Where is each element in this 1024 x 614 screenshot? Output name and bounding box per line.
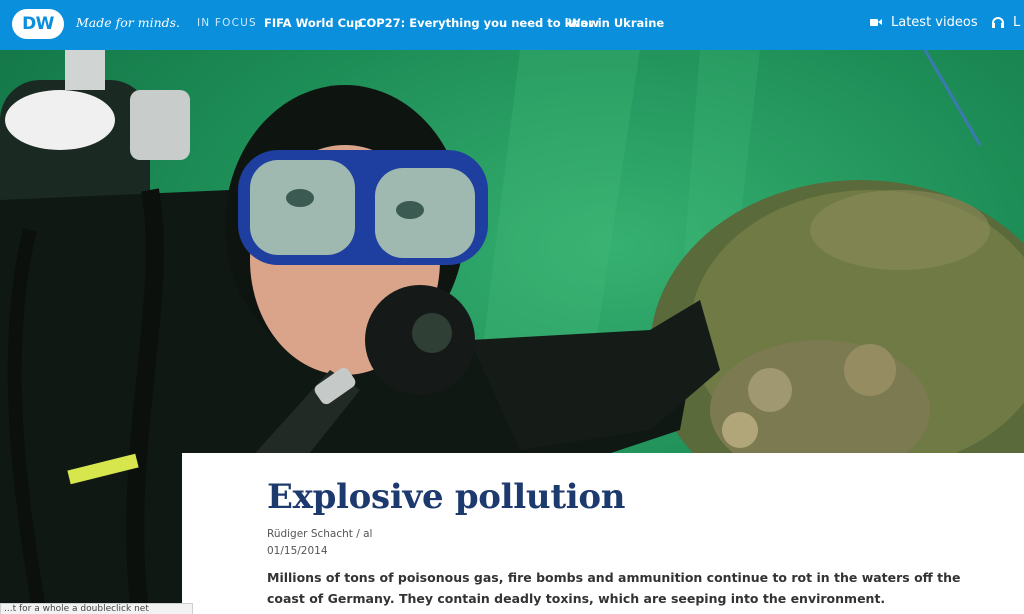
nav-link-war-in-ukraine[interactable]: War in Ukraine [568, 16, 664, 30]
live-link[interactable]: L [992, 15, 1020, 30]
status-tooltip: ...t for a whole a doubleclick net [0, 603, 193, 614]
article-card: Explosive pollution Rüdiger Schacht / al… [182, 453, 1024, 614]
article-date: 01/15/2014 [267, 545, 328, 557]
dw-logo[interactable]: DW [12, 9, 64, 39]
article-title[interactable]: Explosive pollution [267, 477, 625, 517]
nav-link-cop27[interactable]: COP27: Everything you need to know [358, 16, 599, 30]
article-teaser: Millions of tons of poisonous gas, fire … [267, 570, 961, 606]
live-label: L [1013, 15, 1021, 30]
video-camera-icon [870, 18, 882, 27]
headphones-icon [992, 17, 1004, 28]
article-author: Rüdiger Schacht / al [267, 528, 373, 540]
nav-link-fifa-world-cup[interactable]: FIFA World Cup [264, 16, 362, 30]
tagline: Made for minds. [76, 15, 181, 30]
top-navigation-bar: DW Made for minds. IN FOCUS FIFA World C… [0, 0, 1024, 50]
latest-videos-label: Latest videos [891, 15, 978, 30]
in-focus-label: IN FOCUS [197, 17, 257, 29]
latest-videos-link[interactable]: Latest videos [870, 15, 978, 30]
